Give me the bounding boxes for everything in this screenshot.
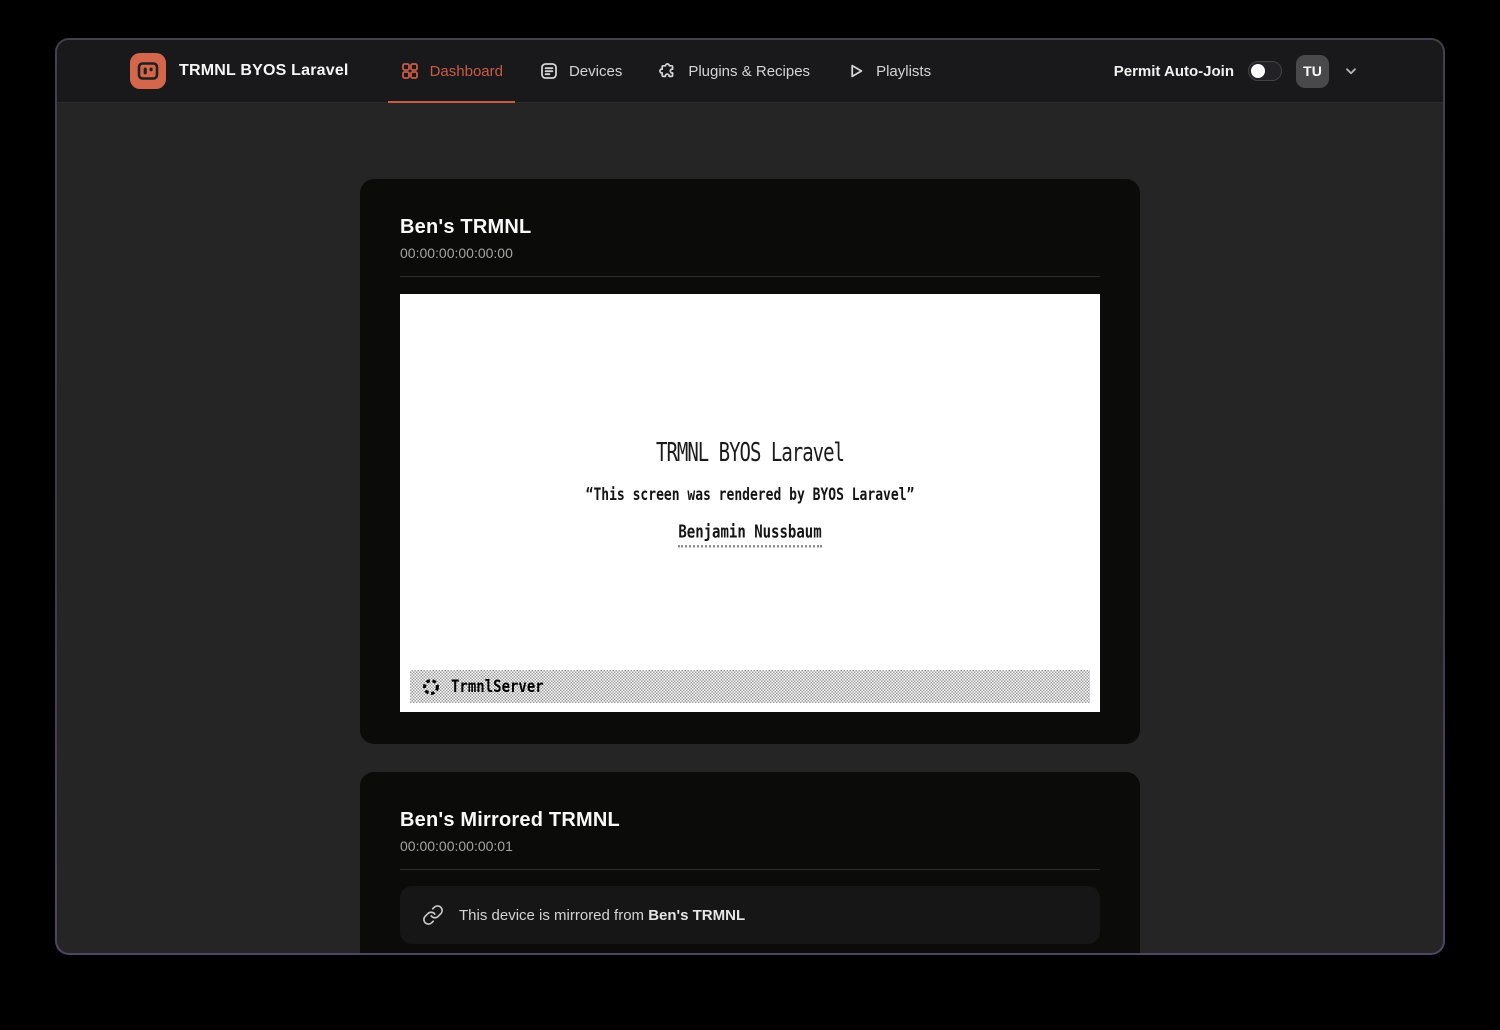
toggle-knob bbox=[1251, 64, 1265, 78]
chevron-down-icon bbox=[1343, 63, 1359, 79]
screen-title: TRMNL BYOS Laravel bbox=[656, 438, 844, 468]
device-card-bens-mirrored-trmnl: Ben's Mirrored TRMNL 00:00:00:00:00:01 T… bbox=[360, 772, 1140, 953]
nav-item-label: Playlists bbox=[876, 63, 931, 80]
screen-status-bar: TrmnlServer bbox=[410, 670, 1090, 703]
nav-item-label: Devices bbox=[569, 63, 622, 80]
mirror-message-prefix: This device is mirrored from bbox=[459, 907, 648, 924]
nav-item-playlists[interactable]: Playlists bbox=[834, 40, 943, 102]
devices-icon bbox=[539, 61, 559, 81]
permit-auto-join-toggle[interactable] bbox=[1248, 61, 1282, 81]
dashboard-content: Ben's TRMNL 00:00:00:00:00:00 TRMNL BYOS… bbox=[57, 103, 1443, 953]
screen-status-label: TrmnlServer bbox=[451, 677, 544, 696]
play-icon bbox=[846, 61, 866, 81]
device-card-bens-trmnl: Ben's TRMNL 00:00:00:00:00:00 TRMNL BYOS… bbox=[360, 179, 1140, 744]
dashboard-grid-icon bbox=[400, 61, 420, 81]
nav-item-dashboard[interactable]: Dashboard bbox=[388, 40, 515, 102]
app-title: TRMNL BYOS Laravel bbox=[179, 62, 349, 80]
top-navigation-bar: TRMNL BYOS Laravel Dashboard bbox=[57, 40, 1443, 103]
device-screen-preview: TRMNL BYOS Laravel “This screen was rend… bbox=[400, 294, 1100, 712]
app-window: TRMNL BYOS Laravel Dashboard bbox=[57, 40, 1443, 953]
nav-item-devices[interactable]: Devices bbox=[527, 40, 634, 102]
nav-item-label: Dashboard bbox=[430, 63, 503, 80]
user-menu-chevron[interactable] bbox=[1343, 63, 1359, 79]
header-right: Permit Auto-Join TU bbox=[1114, 55, 1359, 88]
main-nav: Dashboard Devices bbox=[382, 40, 950, 102]
device-mac-address: 00:00:00:00:00:01 bbox=[400, 838, 1100, 854]
mirror-source-device-name: Ben's TRMNL bbox=[648, 907, 745, 924]
screen-content: TRMNL BYOS Laravel “This screen was rend… bbox=[400, 294, 1100, 712]
nav-item-label: Plugins & Recipes bbox=[688, 63, 810, 80]
puzzle-icon bbox=[658, 61, 678, 81]
mirror-notice: This device is mirrored from Ben's TRMNL bbox=[400, 886, 1100, 944]
divider bbox=[400, 276, 1100, 277]
nav-item-plugins-recipes[interactable]: Plugins & Recipes bbox=[646, 40, 822, 102]
spinner-icon bbox=[422, 678, 440, 696]
mirror-message: This device is mirrored from Ben's TRMNL bbox=[459, 907, 745, 924]
device-name: Ben's Mirrored TRMNL bbox=[400, 809, 1100, 832]
app-window-frame: TRMNL BYOS Laravel Dashboard bbox=[55, 38, 1445, 955]
link-icon bbox=[422, 904, 444, 926]
brand[interactable]: TRMNL BYOS Laravel bbox=[130, 53, 349, 89]
divider bbox=[400, 869, 1100, 870]
screen-quote: “This screen was rendered by BYOS Larave… bbox=[586, 485, 915, 505]
device-mac-address: 00:00:00:00:00:00 bbox=[400, 245, 1100, 261]
screen-author: Benjamin Nussbaum bbox=[678, 522, 821, 547]
trmnl-logo-icon bbox=[130, 53, 166, 89]
device-name: Ben's TRMNL bbox=[400, 216, 1100, 239]
user-avatar[interactable]: TU bbox=[1296, 55, 1329, 88]
permit-auto-join-label: Permit Auto-Join bbox=[1114, 63, 1234, 80]
